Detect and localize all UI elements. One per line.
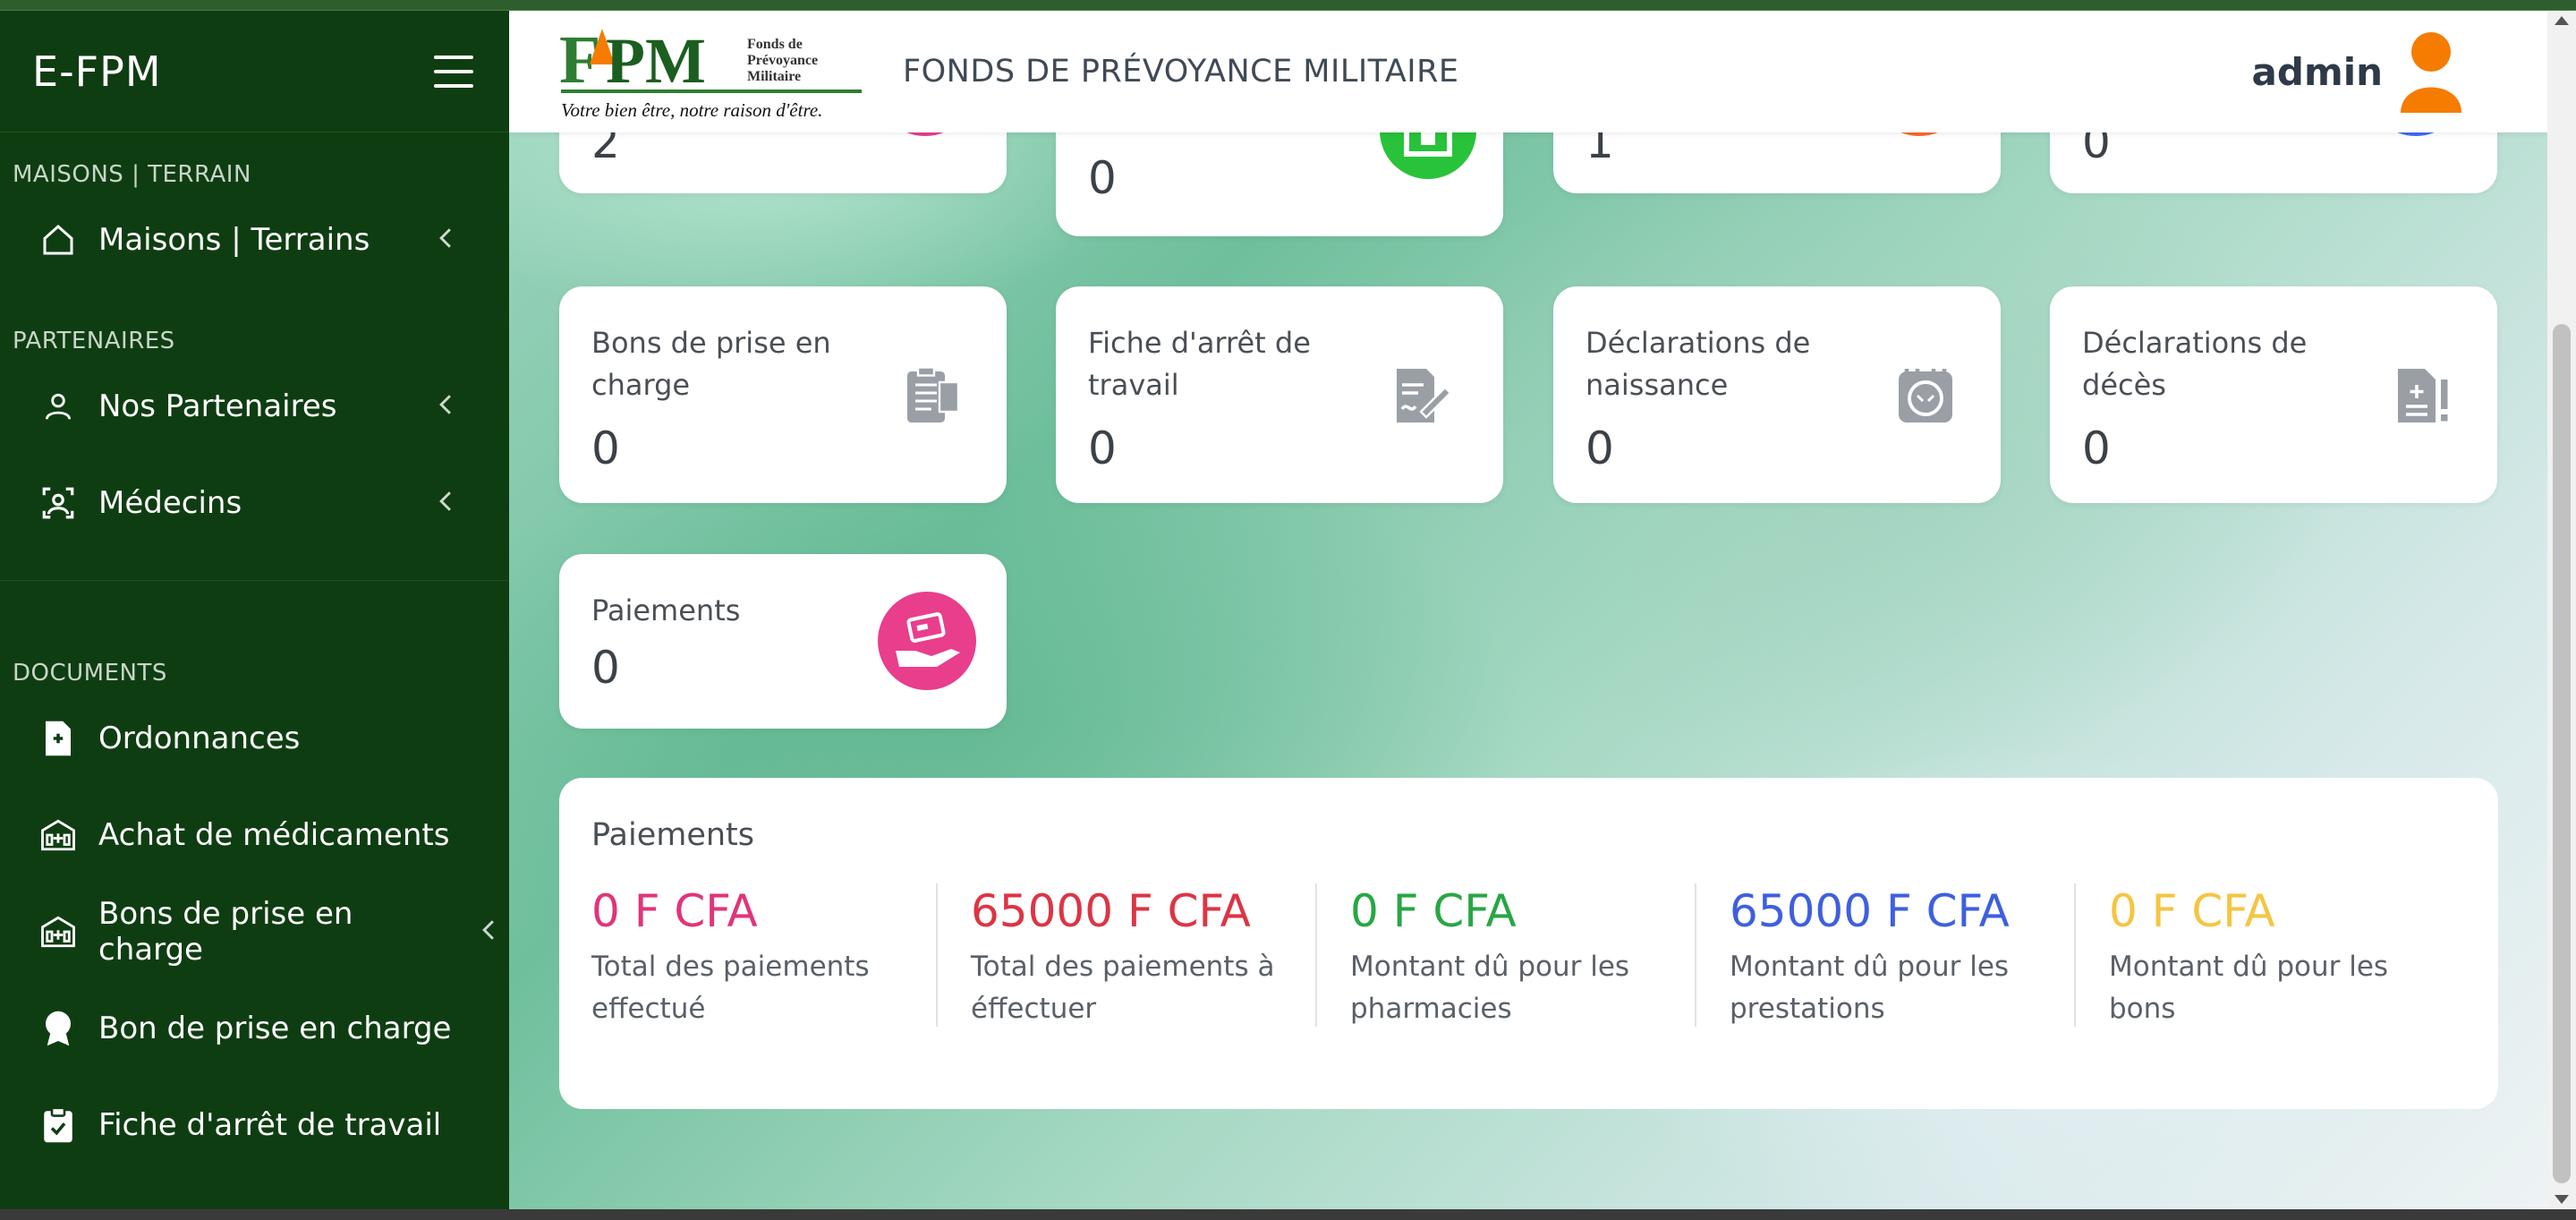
- section-label-maisons: MAISONS | TERRAIN: [13, 161, 251, 188]
- payment-stat: 0 F CFA Total des paiements effectué: [591, 883, 922, 1027]
- stat-value: 0: [1088, 152, 1117, 204]
- hospital-icon: [39, 913, 77, 951]
- doctor-icon: [39, 484, 77, 522]
- sidebar-item-label: Achat de médicaments: [98, 817, 450, 853]
- fpm-logo[interactable]: F PM Fonds de Prévoyance Militaire Votre…: [559, 20, 867, 124]
- pharmacy-icon: [39, 816, 77, 854]
- column-divider: [1695, 883, 1696, 1027]
- card-label: Bons de prise en charge: [591, 326, 831, 402]
- chevron-left-icon: [480, 914, 497, 950]
- file-signature-icon: [1389, 363, 1453, 431]
- payments-summary-panel: Paiements 0 F CFA Total des paiements ef…: [559, 778, 2498, 1109]
- svg-text:PM: PM: [606, 25, 706, 97]
- window-bottom-edge: [0, 1209, 2576, 1220]
- column-divider: [2074, 883, 2076, 1027]
- card-fiche-arret-travail[interactable]: Fiche d'arrêt de travail 0: [1056, 286, 1503, 503]
- sidebar-item-label: Maisons | Terrains: [98, 222, 370, 258]
- scroll-down-icon[interactable]: [2555, 1195, 2569, 1204]
- award-icon: [39, 1010, 77, 1047]
- sidebar-item-label: Ordonnances: [98, 721, 301, 756]
- payment-description: Total des paiements effectué: [591, 951, 870, 1025]
- sidebar-item-label: Fiche d'arrêt de travail: [98, 1107, 442, 1143]
- card-paiements[interactable]: Paiements 0: [559, 554, 1007, 729]
- top-header: F PM Fonds de Prévoyance Militaire Votre…: [509, 11, 2547, 132]
- sidebar-item-fiche-arret-travail[interactable]: Fiche d'arrêt de travail: [0, 1077, 509, 1173]
- baby-icon: [1893, 363, 1958, 431]
- card-label: Déclarations de naissance: [1586, 326, 1811, 402]
- svg-text:Prévoyance: Prévoyance: [747, 53, 818, 68]
- clipboard-list-icon: [899, 363, 964, 431]
- sidebar-item-label: Médecins: [98, 485, 242, 521]
- sidebar-item-label: Nos Partenaires: [98, 388, 337, 424]
- card-label: Fiche d'arrêt de travail: [1088, 326, 1311, 402]
- payment-stat: 0 F CFA Montant dû pour les bons: [2109, 883, 2449, 1027]
- sidebar-item-achat-medicaments[interactable]: Achat de médicaments: [0, 787, 509, 883]
- organization-name: FONDS DE PRÉVOYANCE MILITAIRE: [903, 54, 1459, 90]
- sidebar: E-FPM MAISONS | TERRAIN Maisons | Terrai…: [0, 11, 509, 1209]
- card-declarations-deces[interactable]: Déclarations de décès 0: [2050, 286, 2497, 503]
- sidebar-header: E-FPM: [0, 11, 509, 132]
- prescription-icon: [39, 720, 77, 757]
- card-label: Paiements: [591, 593, 741, 627]
- payment-amount: 65000 F CFA: [971, 885, 1251, 937]
- svg-text:Militaire: Militaire: [747, 69, 801, 84]
- payment-amount: 0 F CFA: [591, 885, 758, 937]
- card-value: 0: [591, 422, 620, 474]
- payment-amount: 65000 F CFA: [1730, 885, 2010, 937]
- window-top-edge: [0, 0, 2576, 11]
- sidebar-item-partenaires[interactable]: Nos Partenaires: [0, 358, 509, 455]
- column-divider: [1315, 883, 1317, 1027]
- sidebar-item-medecins[interactable]: Médecins: [0, 455, 509, 551]
- panel-title: Paiements: [591, 817, 755, 853]
- sidebar-item-bons-prise-en-charge[interactable]: Bons de prise en charge: [0, 883, 509, 980]
- clipboard-icon: [39, 1106, 77, 1144]
- svg-text:Fonds de: Fonds de: [747, 37, 803, 52]
- card-value: 0: [1586, 422, 1614, 474]
- hand-payment-icon: [878, 592, 976, 690]
- card-value: 0: [1088, 422, 1117, 474]
- avatar-icon: [2395, 27, 2467, 116]
- payment-stat: 65000 F CFA Montant dû pour les prestati…: [1730, 883, 2070, 1027]
- chevron-left-icon: [438, 485, 454, 521]
- payment-stat: 0 F CFA Montant dû pour les pharmacies: [1350, 883, 1690, 1027]
- card-value: 0: [591, 642, 620, 694]
- card-value: 0: [2082, 422, 2111, 474]
- user-menu[interactable]: admin: [2252, 27, 2467, 116]
- payment-stat: 65000 F CFA Total des paiements à éffect…: [971, 883, 1311, 1027]
- payment-amount: 0 F CFA: [2109, 885, 2275, 937]
- card-bons-prise-en-charge[interactable]: Bons de prise en charge 0: [559, 286, 1007, 503]
- sidebar-item-label: Bons de prise en charge: [98, 896, 353, 968]
- card-label: Déclarations de décès: [2082, 326, 2308, 402]
- payment-description: Montant dû pour les pharmacies: [1350, 951, 1630, 1025]
- card-declarations-naissance[interactable]: Déclarations de naissance 0: [1553, 286, 2001, 503]
- scroll-up-icon[interactable]: [2555, 16, 2569, 25]
- sidebar-item-label: Bon de prise en charge: [98, 1011, 452, 1046]
- sidebar-item-maisons-terrains[interactable]: Maisons | Terrains: [0, 192, 509, 288]
- user-name: admin: [2251, 49, 2383, 94]
- payment-description: Montant dû pour les prestations: [1730, 951, 2010, 1025]
- menu-toggle-icon[interactable]: [434, 55, 473, 88]
- section-label-documents: DOCUMENTS: [13, 660, 167, 687]
- vertical-scrollbar[interactable]: [2547, 11, 2576, 1209]
- payment-description: Montant dû pour les bons: [2109, 951, 2389, 1025]
- home-icon: [39, 221, 77, 259]
- column-divider: [936, 883, 938, 1027]
- payment-description: Total des paiements à éffectuer: [971, 951, 1275, 1025]
- scrollbar-thumb[interactable]: [2553, 324, 2571, 1183]
- brand-title: E-FPM: [32, 47, 162, 96]
- file-medical-icon: [2390, 363, 2454, 431]
- sidebar-item-bon-prise-en-charge[interactable]: Bon de prise en charge: [0, 980, 509, 1077]
- sidebar-item-ordonnances[interactable]: Ordonnances: [0, 690, 509, 787]
- payment-amount: 0 F CFA: [1350, 885, 1517, 937]
- main-content: 2 0 1 0 F PM Fonds de Prévoyance Militai…: [509, 11, 2547, 1209]
- user-icon: [39, 388, 77, 425]
- chevron-left-icon: [438, 388, 454, 424]
- chevron-left-icon: [438, 222, 454, 258]
- svg-text:Votre bien être, notre raison: Votre bien être, notre raison d'être.: [561, 99, 822, 121]
- section-label-partenaires: PARTENAIRES: [13, 328, 175, 354]
